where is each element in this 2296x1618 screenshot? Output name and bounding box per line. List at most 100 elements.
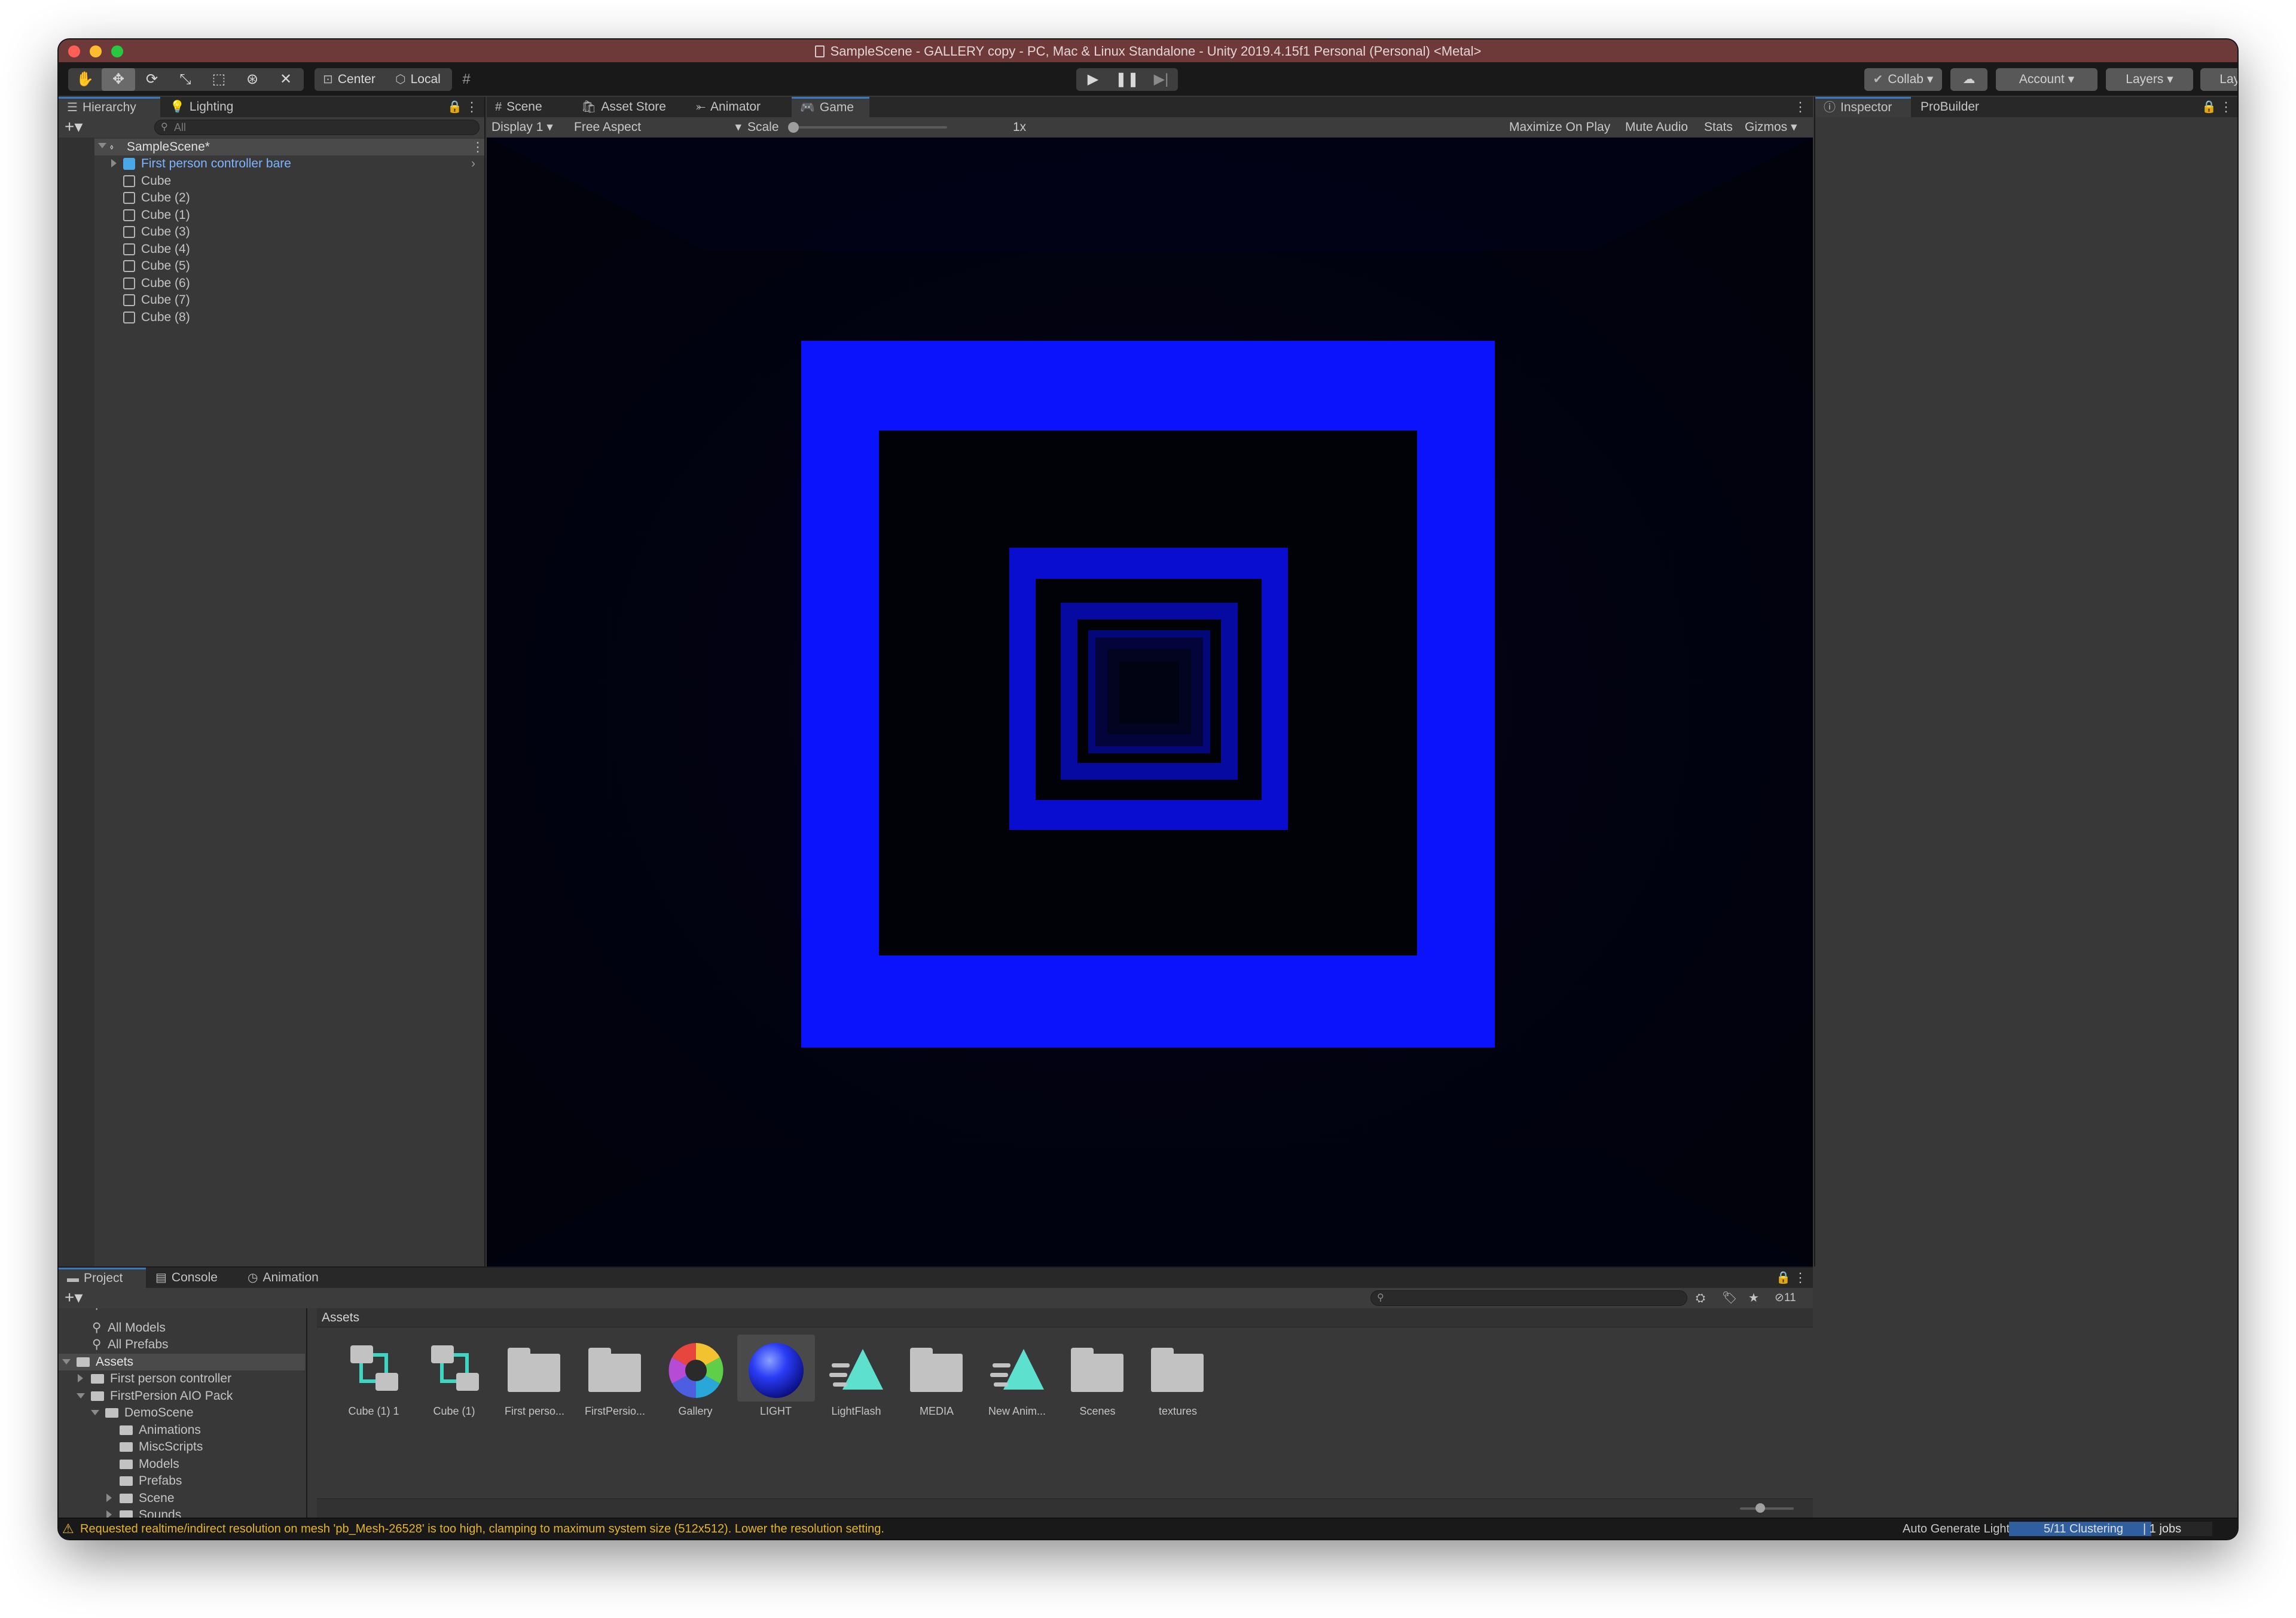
filter-by-type-icon[interactable]: ⛭ <box>1696 1288 1714 1308</box>
tree-scrollbar[interactable] <box>306 1332 307 1476</box>
inspector-lock-icon[interactable]: 🔒 <box>2202 97 2216 117</box>
project-folder-item[interactable]: Animations <box>59 1422 305 1439</box>
project-folder-item[interactable]: Sounds <box>59 1507 305 1518</box>
expand-arrow[interactable] <box>77 1388 91 1405</box>
grid-snap-icon[interactable]: # <box>453 68 480 91</box>
layout-dropdown[interactable]: Layout ▾ <box>2200 68 2237 91</box>
expand-arrow[interactable] <box>91 1405 105 1422</box>
collapse-arrow[interactable] <box>106 1507 118 1518</box>
asset-label: First perso... <box>504 1405 565 1417</box>
saved-search-item[interactable]: ⚲ All Models <box>59 1320 305 1337</box>
game-viewport[interactable] <box>487 138 1813 1266</box>
create-dropdown[interactable]: +▾ <box>65 118 91 136</box>
scene-row[interactable]: ⬫ SampleScene* ⋮ <box>94 139 484 155</box>
hierarchy-item[interactable]: Cube (3) <box>94 224 484 241</box>
project-search-input[interactable]: ⚲ <box>1370 1290 1687 1306</box>
tab-animation[interactable]: ◷ Animation <box>239 1268 347 1288</box>
scale-tool-icon[interactable]: ⤡ <box>169 68 202 91</box>
tree-item-label: Assets <box>96 1354 134 1369</box>
hierarchy-item[interactable]: Cube (2) <box>94 190 484 207</box>
display-dropdown[interactable]: Display 1 ▾ <box>491 117 573 138</box>
tab-probuilder[interactable]: ProBuilder <box>1912 97 2014 117</box>
tab-inspector[interactable]: ⓘ Inspector <box>1815 97 1911 117</box>
chevron-right-icon[interactable]: › <box>471 155 475 173</box>
saved-search-item[interactable]: ⚲ All Materials <box>59 1308 305 1314</box>
custom-tool-icon[interactable]: ✕ <box>269 68 303 91</box>
hierarchy-item[interactable]: Cube <box>94 173 484 190</box>
tab-animator[interactable]: ⤜ Animator <box>688 97 790 117</box>
transform-tool-icon[interactable]: ⊛ <box>236 68 269 91</box>
step-button-icon[interactable]: ▶| <box>1144 68 1178 91</box>
hierarchy-item[interactable]: Cube (6) <box>94 275 484 292</box>
tab-project[interactable]: ▬ Project <box>59 1268 146 1288</box>
rotate-tool-icon[interactable]: ⟳ <box>135 68 169 91</box>
status-warning-text[interactable]: Requested realtime/indirect resolution o… <box>80 1519 884 1539</box>
collapse-arrow[interactable] <box>78 1370 89 1388</box>
gizmos-dropdown[interactable]: Gizmos ▾ <box>1745 117 1810 138</box>
hierarchy-item-prefab[interactable]: First person controller bare › <box>94 155 484 173</box>
icon-size-thumb[interactable] <box>1755 1503 1765 1513</box>
project-folder-item[interactable]: FirstPersion AIO Pack <box>59 1388 305 1405</box>
expand-arrow[interactable] <box>111 155 123 173</box>
tab-asset-store[interactable]: 🛍 Asset Store <box>573 97 686 117</box>
project-folder-item[interactable]: Assets <box>59 1353 305 1371</box>
expand-arrow[interactable] <box>62 1354 77 1371</box>
account-dropdown[interactable]: Account ▾ <box>1996 68 2097 91</box>
search-icon: ⚲ <box>92 1320 102 1335</box>
project-folder-item[interactable]: DemoScene <box>59 1405 305 1422</box>
tab-hierarchy[interactable]: ☰ Hierarchy <box>59 97 160 117</box>
saved-search-item[interactable]: ⚲ All Prefabs <box>59 1336 305 1354</box>
tab-inspector-label: Inspector <box>1840 100 1892 114</box>
project-folder-item[interactable]: MiscScripts <box>59 1439 305 1456</box>
project-more-icon[interactable]: ⋮ <box>1794 1268 1808 1288</box>
asset-item[interactable]: LIGHT <box>737 1335 815 1417</box>
game-more-icon[interactable]: ⋮ <box>1794 97 1808 117</box>
stats-toggle[interactable]: Stats <box>1704 117 1741 138</box>
layers-dropdown[interactable]: Layers ▾ <box>2106 68 2193 91</box>
hidden-packages-toggle[interactable]: ⊘11 <box>1775 1288 1810 1308</box>
hierarchy-item[interactable]: Cube (4) <box>94 241 484 258</box>
hierarchy-search-input[interactable]: ⚲ All <box>154 120 480 135</box>
tab-lighting[interactable]: 💡 Lighting <box>161 97 263 117</box>
scene-menu-icon[interactable]: ⋮ <box>471 139 484 155</box>
lock-icon[interactable]: 🔒 <box>447 97 462 117</box>
cloud-button[interactable]: ☁ <box>1950 68 1987 91</box>
play-button-icon[interactable]: ▶ <box>1076 68 1110 91</box>
hierarchy-item[interactable]: Cube (7) <box>94 292 484 309</box>
favorite-star-icon[interactable]: ★ <box>1748 1288 1766 1308</box>
project-folder-item[interactable]: Prefabs <box>59 1473 305 1490</box>
tab-scene[interactable]: # Scene <box>487 97 572 117</box>
pivot-local-button[interactable]: ⬡ Local <box>384 68 452 91</box>
hierarchy-item[interactable]: Cube (1) <box>94 207 484 224</box>
pause-button-icon[interactable]: ❚❚ <box>1110 68 1144 91</box>
collab-dropdown[interactable]: ✔ Collab ▾ <box>1864 68 1942 91</box>
project-create-dropdown[interactable]: +▾ <box>65 1289 91 1307</box>
icon-size-slider[interactable] <box>1740 1507 1794 1510</box>
project-panel: ▬ Project ▤ Console ◷ Animation 🔒 ⋮ +▾ ⚲ ⛭ … <box>59 1268 1813 1518</box>
scale-slider-thumb[interactable] <box>788 122 799 133</box>
inspector-more-icon[interactable]: ⋮ <box>2219 97 2234 117</box>
move-tool-icon[interactable]: ✥ <box>102 68 135 91</box>
collapse-arrow[interactable] <box>106 1490 118 1507</box>
project-folder-item[interactable]: Models <box>59 1456 305 1473</box>
more-options-icon[interactable]: ⋮ <box>465 97 480 117</box>
filter-by-label-icon[interactable]: 🏷 <box>1722 1288 1740 1308</box>
scale-slider[interactable] <box>788 122 947 133</box>
search-icon: ⚲ <box>92 1308 101 1314</box>
tab-console[interactable]: ▤ Console <box>147 1268 238 1288</box>
maximize-on-play-toggle[interactable]: Maximize On Play <box>1509 117 1620 138</box>
tab-game[interactable]: 🎮 Game <box>792 97 869 117</box>
hierarchy-item-label: First person controller bare <box>141 157 291 170</box>
account-label: Account <box>2019 72 2065 86</box>
pivot-center-button[interactable]: ⊡ Center <box>315 68 384 91</box>
project-folder-item[interactable]: Scene <box>59 1490 305 1507</box>
project-folder-item[interactable]: First person controller <box>59 1370 305 1388</box>
project-lock-icon[interactable]: 🔒 <box>1776 1268 1791 1288</box>
aspect-dropdown[interactable]: Free Aspect ▾ <box>574 117 745 138</box>
hand-tool-icon[interactable]: ✋ <box>68 68 102 91</box>
rect-tool-icon[interactable]: ⬚ <box>202 68 236 91</box>
hierarchy-item[interactable]: Cube (8) <box>94 309 484 326</box>
mute-audio-toggle[interactable]: Mute Audio <box>1625 117 1699 138</box>
hierarchy-item[interactable]: Cube (5) <box>94 258 484 275</box>
breadcrumb[interactable]: Assets <box>322 1308 359 1327</box>
